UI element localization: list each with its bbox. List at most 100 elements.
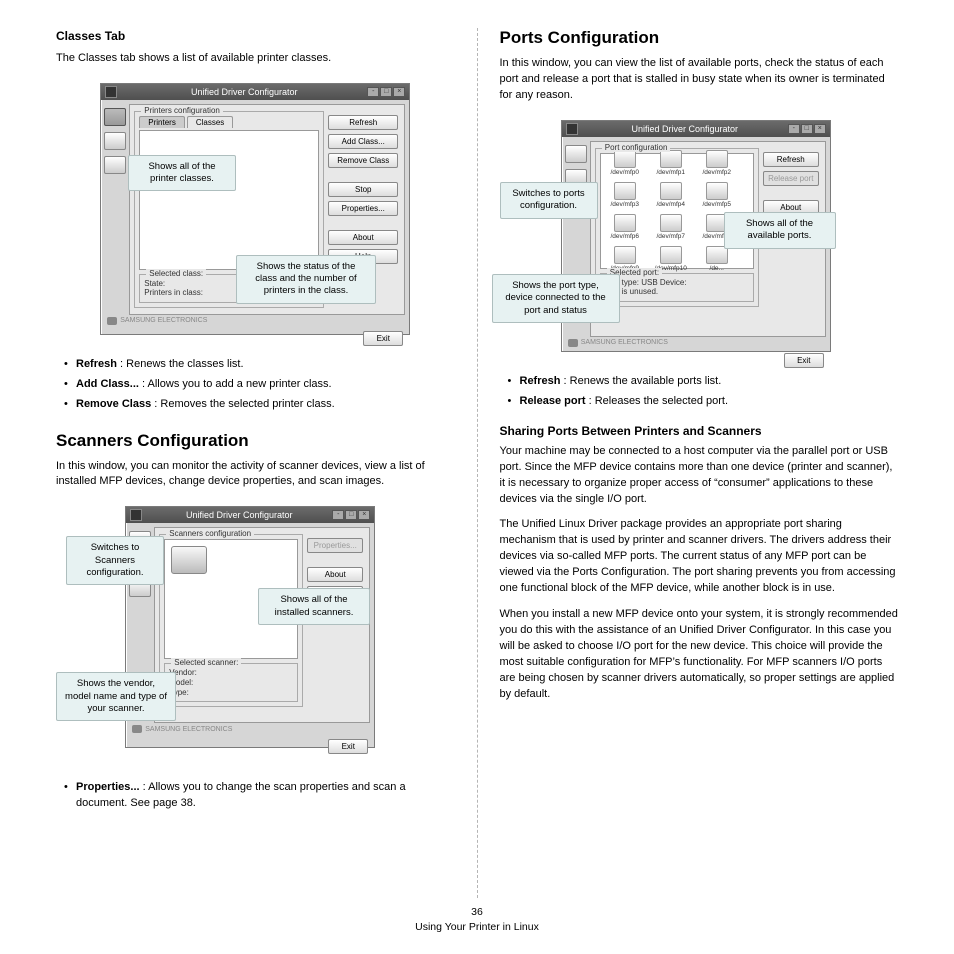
scanner-about-button[interactable]: About	[307, 567, 363, 582]
samsung-logo: SAMSUNG ELECTRONICS	[126, 723, 374, 735]
classes-sidebar	[101, 100, 129, 315]
ports-refresh-button[interactable]: Refresh	[763, 152, 819, 167]
ports-heading: Ports Configuration	[500, 28, 899, 48]
ports-bullets: Refresh : Renews the available ports lis…	[500, 374, 899, 410]
win-max-icon[interactable]: □	[345, 510, 357, 520]
ports-icon[interactable]	[104, 156, 126, 174]
app-icon	[105, 86, 117, 98]
tab-classes[interactable]: Classes	[187, 116, 233, 128]
callout-classes-list: Shows all of the printer classes.	[128, 155, 236, 192]
port-label: /dev/mfp3	[610, 201, 639, 208]
bullet-remove-class: Remove Class : Removes the selected prin…	[64, 397, 455, 413]
page-number: 36	[0, 905, 954, 921]
port-item[interactable]: /dev/mfp3	[607, 182, 643, 208]
bullet-add-class: Add Class... : Allows you to add a new p…	[64, 377, 455, 393]
win-close-icon[interactable]: ×	[358, 510, 370, 520]
ports-grid[interactable]: /dev/mfp0/dev/mfp1/dev/mfp2/dev/mfp3/dev…	[601, 144, 753, 278]
bullet-release-port: Release port : Releases the selected por…	[508, 394, 899, 410]
port-icon	[706, 246, 728, 264]
scanners-bullets: Properties... : Allows you to change the…	[56, 780, 455, 812]
port-icon	[614, 246, 636, 264]
callout-ports-switch: Switches to ports configuration.	[500, 182, 598, 219]
properties-button[interactable]: Properties...	[328, 201, 398, 216]
port-icon	[660, 182, 682, 200]
scanners-window-title: Unified Driver Configurator	[146, 510, 332, 520]
printer-icon[interactable]	[565, 145, 587, 163]
classes-intro: The Classes tab shows a list of availabl…	[56, 51, 455, 67]
stop-button[interactable]: Stop	[328, 182, 398, 197]
win-close-icon[interactable]: ×	[814, 124, 826, 134]
port-label: /dev/mfp7	[656, 233, 685, 240]
port-icon	[706, 182, 728, 200]
callout-ports-list: Shows all of the available ports.	[724, 212, 836, 249]
scanners-config-legend: Scanners configuration	[166, 529, 254, 538]
port-item[interactable]: /dev/mfp2	[699, 150, 735, 176]
callout-scanner-vendor: Shows the vendor, model name and type of…	[56, 672, 176, 721]
refresh-button[interactable]: Refresh	[328, 115, 398, 130]
classes-bullets: Refresh : Renews the classes list. Add C…	[56, 357, 455, 413]
port-label: /dev/mfp1	[656, 169, 685, 176]
port-icon	[660, 214, 682, 232]
about-button[interactable]: About	[328, 230, 398, 245]
port-label: /dev/mfp2	[702, 169, 731, 176]
page-footer: 36 Using Your Printer in Linux	[0, 905, 954, 937]
port-label: /dev/mfp5	[702, 201, 731, 208]
callout-scanner-switch: Switches to Scanners configuration.	[66, 536, 164, 585]
port-item[interactable]: /dev/mfp4	[653, 182, 689, 208]
samsung-logo: SAMSUNG ELECTRONICS	[562, 337, 830, 349]
port-item[interactable]: /dev/mfp6	[607, 214, 643, 240]
printers-config-legend: Printers configuration	[141, 106, 223, 115]
port-item[interactable]: /de...	[699, 246, 735, 272]
ports-window-title: Unified Driver Configurator	[582, 124, 788, 134]
port-icon	[614, 182, 636, 200]
remove-class-button[interactable]: Remove Class	[328, 153, 398, 168]
port-item[interactable]: /dev/mfp1	[653, 150, 689, 176]
scanner-model-row: Model:	[169, 678, 293, 688]
win-max-icon[interactable]: □	[380, 87, 392, 97]
port-icon	[660, 150, 682, 168]
port-item[interactable]: /dev/mfp5	[699, 182, 735, 208]
scanner-icon[interactable]	[104, 132, 126, 150]
port-item[interactable]: /dev/mfp0	[607, 150, 643, 176]
bullet-properties: Properties... : Allows you to change the…	[64, 780, 455, 812]
win-close-icon[interactable]: ×	[393, 87, 405, 97]
add-class-button[interactable]: Add Class...	[328, 134, 398, 149]
win-min-icon[interactable]: -	[332, 510, 344, 520]
bullet-ports-refresh: Refresh : Renews the available ports lis…	[508, 374, 899, 390]
ports-intro: In this window, you can view the list of…	[500, 56, 899, 104]
scanner-properties-button[interactable]: Properties...	[307, 538, 363, 553]
exit-button[interactable]: Exit	[328, 739, 368, 754]
selected-scanner-legend: Selected scanner:	[171, 658, 241, 667]
callout-ports-status: Shows the port type, device connected to…	[492, 274, 620, 323]
scanners-intro: In this window, you can monitor the acti…	[56, 459, 455, 491]
footer-text: Using Your Printer in Linux	[0, 920, 954, 936]
sharing-p2: The Unified Linux Driver package provide…	[500, 517, 899, 597]
port-label: /dev/mfp0	[610, 169, 639, 176]
scanners-heading: Scanners Configuration	[56, 431, 455, 451]
callout-scanner-list: Shows all of the installed scanners.	[258, 588, 370, 625]
printer-icon[interactable]	[104, 108, 126, 126]
sharing-heading: Sharing Ports Between Printers and Scann…	[500, 424, 899, 438]
port-type-row: Port type: USB Device:	[605, 278, 749, 288]
scanner-device-icon[interactable]	[171, 546, 207, 574]
classes-window-title: Unified Driver Configurator	[121, 87, 367, 97]
exit-button[interactable]: Exit	[784, 353, 824, 368]
win-max-icon[interactable]: □	[801, 124, 813, 134]
port-label: /dev/mfp6	[610, 233, 639, 240]
port-item[interactable]: /dev/mfp7	[653, 214, 689, 240]
scanners-figure-wrap: Unified Driver Configurator - □ ×	[56, 500, 455, 760]
release-port-button[interactable]: Release port	[763, 171, 819, 186]
selected-class-legend: Selected class:	[146, 269, 206, 278]
win-min-icon[interactable]: -	[788, 124, 800, 134]
bullet-refresh: Refresh : Renews the classes list.	[64, 357, 455, 373]
exit-button[interactable]: Exit	[363, 331, 403, 346]
classes-list-area[interactable]	[139, 130, 319, 270]
port-icon	[614, 214, 636, 232]
classes-tab-heading: Classes Tab	[56, 28, 455, 45]
port-label: /de...	[710, 265, 724, 272]
port-label: /dev/mfp4	[656, 201, 685, 208]
app-icon	[130, 509, 142, 521]
tab-printers[interactable]: Printers	[139, 116, 185, 128]
ports-figure-wrap: Unified Driver Configurator - □ ×	[500, 114, 899, 364]
win-min-icon[interactable]: -	[367, 87, 379, 97]
